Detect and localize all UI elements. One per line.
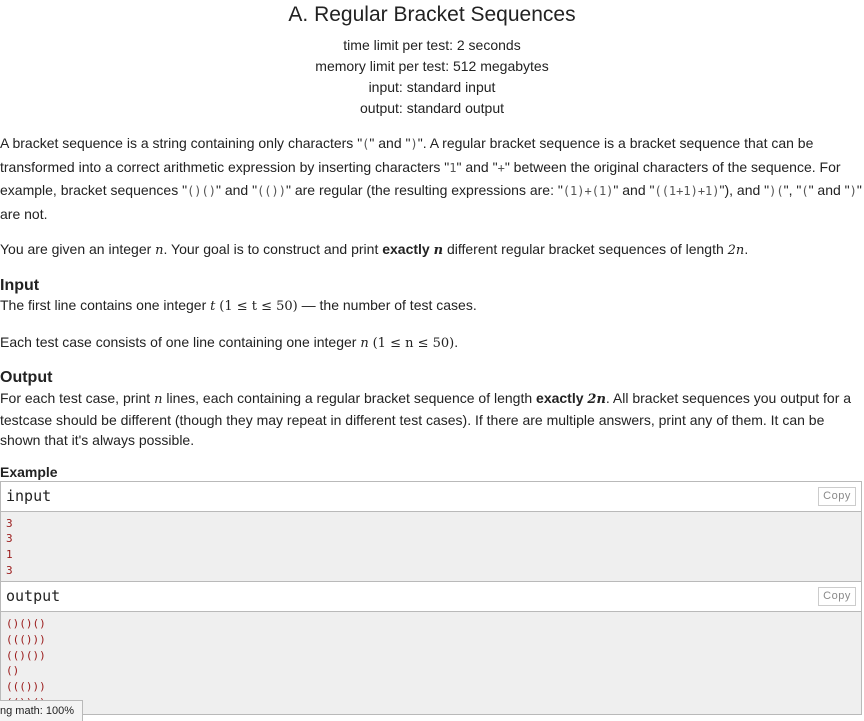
- bold-text: exactly: [382, 241, 430, 257]
- sample-output-header: output Copy: [1, 582, 861, 613]
- text: Each test case consists of one line cont…: [0, 333, 361, 350]
- code: ): [849, 184, 857, 198]
- example-title: Example: [0, 463, 58, 480]
- sample-input-header: input Copy: [1, 481, 861, 512]
- text: ", ": [783, 182, 802, 198]
- memory-limit: memory limit per test: 512 megabytes: [315, 58, 549, 74]
- text: "), and ": [719, 182, 770, 198]
- text: " and ": [613, 182, 655, 198]
- code: (1)+(1): [562, 184, 614, 198]
- bold-text: exactly: [536, 389, 584, 406]
- text: . Your goal is to construct and print: [163, 241, 383, 257]
- math-expr: (1 ≤ n ≤ 50): [372, 335, 455, 351]
- math-expr: 2n: [727, 243, 745, 258]
- code: +: [497, 160, 505, 175]
- math-var: n: [360, 335, 369, 351]
- math-expr: (1 ≤ t ≤ 50): [219, 298, 298, 314]
- text: The first line contains one integer: [0, 296, 211, 313]
- output-paragraph: For each test case, print n lines, each …: [0, 388, 864, 450]
- output-file: output: standard output: [360, 100, 504, 116]
- math-var: n: [433, 243, 444, 258]
- math-expr: 2n: [587, 391, 606, 407]
- sample-input: input Copy 3 3 1 3: [0, 480, 862, 583]
- sample-output-label: output: [6, 587, 61, 606]
- problem-limits: time limit per test: 2 seconds memory li…: [0, 35, 864, 119]
- code: (()): [257, 184, 286, 198]
- problem-title: A. Regular Bracket Sequences: [288, 3, 576, 26]
- text: " are regular (the resulting expressions…: [285, 182, 563, 198]
- output-section: Output For each test case, print n lines…: [0, 368, 864, 450]
- code: ()(): [187, 184, 216, 198]
- code: 1: [449, 160, 457, 175]
- statement-paragraph-1: A bracket sequence is a string containin…: [0, 132, 864, 225]
- example-section: Example input Copy 3 3 1 3 output Copy (…: [0, 463, 864, 715]
- math-var: t: [210, 298, 216, 314]
- text: different regular bracket sequences of l…: [443, 241, 728, 257]
- text: " and ": [215, 182, 258, 198]
- text: .: [744, 241, 749, 257]
- input-line-1: The first line contains one integer t (1…: [0, 296, 864, 316]
- text: You are given an integer: [0, 241, 156, 257]
- code: ): [410, 137, 418, 151]
- math-var: n: [155, 243, 164, 258]
- code: (: [801, 184, 809, 198]
- text: For each test case, print: [0, 389, 155, 406]
- text: .: [454, 333, 459, 350]
- copy-output-button[interactable]: Copy: [818, 587, 856, 607]
- text: " and ": [456, 158, 498, 175]
- input-line-2: Each test case consists of one line cont…: [0, 333, 864, 353]
- text: A bracket sequence is a string containin…: [0, 135, 363, 151]
- text: " and ": [808, 182, 850, 198]
- sample-output: output Copy ()()() ((())) (()()) () ((()…: [0, 582, 862, 715]
- sample-input-label: input: [6, 486, 52, 505]
- sample-output-content: ()()() ((())) (()()) () ((())) (())(): [1, 612, 861, 714]
- input-section: Input The first line contains one intege…: [0, 276, 864, 353]
- input-title: Input: [0, 276, 40, 294]
- code: )(: [769, 184, 784, 198]
- code: ((1+1)+1): [654, 184, 720, 198]
- input-file: input: standard input: [368, 79, 496, 95]
- copy-input-button[interactable]: Copy: [818, 486, 856, 506]
- problem-page: A. Regular Bracket Sequences time limit …: [0, 0, 864, 721]
- time-limit: time limit per test: 2 seconds: [343, 37, 521, 53]
- sample-input-content: 3 3 1 3: [1, 511, 861, 582]
- output-title: Output: [0, 368, 53, 386]
- problem-header: A. Regular Bracket Sequences time limit …: [0, 1, 864, 119]
- text: " and ": [369, 135, 411, 151]
- text: — the number of test cases.: [297, 296, 477, 313]
- statement-paragraph-2: You are given an integer n. Your goal is…: [0, 238, 864, 263]
- text: lines, each containing a regular bracket…: [162, 389, 537, 406]
- mathjax-status-bar: ng math: 100%: [0, 700, 83, 721]
